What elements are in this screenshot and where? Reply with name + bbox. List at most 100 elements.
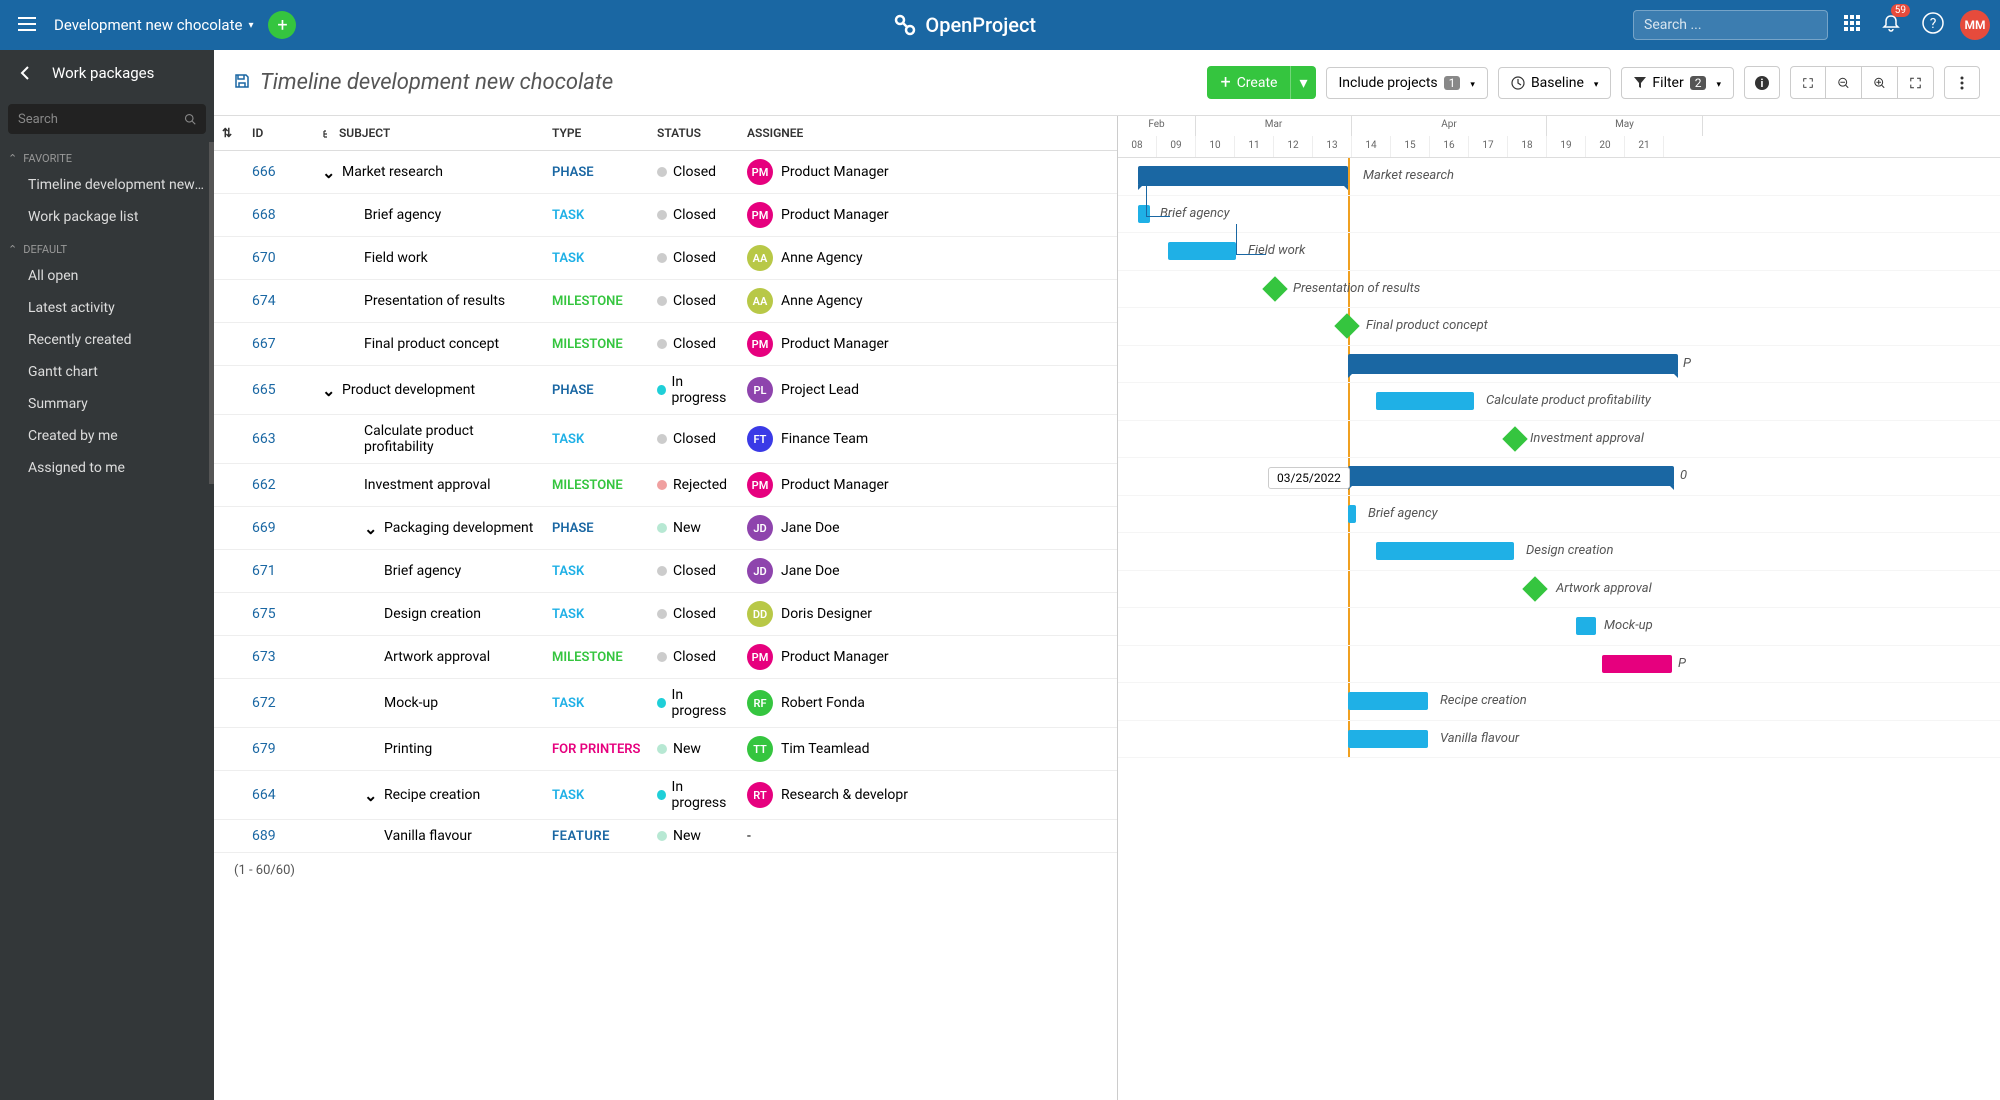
hamburger-menu[interactable]: [10, 8, 44, 43]
gantt-row[interactable]: Artwork approval: [1118, 571, 2000, 609]
gantt-row[interactable]: Calculate product profitability: [1118, 383, 2000, 421]
table-row[interactable]: 667 Final product concept MILESTONE Clos…: [214, 323, 1117, 366]
gantt-row[interactable]: P: [1118, 346, 2000, 384]
gantt-bar[interactable]: [1602, 655, 1672, 673]
sidebar-search[interactable]: [8, 104, 206, 134]
wp-id-link[interactable]: 679: [252, 741, 276, 757]
gantt-milestone[interactable]: [1262, 276, 1287, 301]
expand-caret-icon[interactable]: [322, 381, 334, 400]
search-input[interactable]: [1644, 17, 1822, 33]
gantt-row[interactable]: Recipe creation: [1118, 683, 2000, 721]
gantt-bar[interactable]: [1348, 730, 1428, 748]
back-icon[interactable]: [18, 65, 34, 81]
status-header[interactable]: STATUS: [649, 116, 739, 151]
wp-id-link[interactable]: 673: [252, 649, 276, 665]
sidebar-item[interactable]: Summary: [0, 388, 214, 420]
expand-caret-icon[interactable]: [322, 163, 334, 182]
wp-id-link[interactable]: 664: [252, 787, 276, 803]
table-row[interactable]: 668 Brief agency TASK Closed PMProduct M…: [214, 194, 1117, 237]
wp-id-link[interactable]: 675: [252, 606, 276, 622]
wp-id-link[interactable]: 671: [252, 563, 276, 579]
wp-id-link[interactable]: 666: [252, 164, 276, 180]
user-avatar[interactable]: MM: [1960, 10, 1990, 40]
table-row[interactable]: 673 Artwork approval MILESTONE Closed PM…: [214, 636, 1117, 679]
wp-id-link[interactable]: 665: [252, 382, 276, 398]
wp-id-link[interactable]: 668: [252, 207, 276, 223]
sidebar-item[interactable]: Latest activity: [0, 292, 214, 324]
sidebar-item[interactable]: Assigned to me: [0, 452, 214, 484]
sidebar-item[interactable]: Recently created: [0, 324, 214, 356]
gantt-row[interactable]: Investment approval: [1118, 421, 2000, 459]
assignee-header[interactable]: ASSIGNEE: [739, 116, 1117, 151]
table-row[interactable]: 663 Calculate product profitability TASK…: [214, 415, 1117, 464]
table-row[interactable]: 672 Mock-up TASK In progress RFRobert Fo…: [214, 679, 1117, 728]
sidebar-group-header[interactable]: ⌃FAVORITE: [0, 142, 214, 169]
gantt-bar[interactable]: [1138, 166, 1348, 186]
table-row[interactable]: 665 Product development PHASE In progres…: [214, 366, 1117, 415]
gantt-bar[interactable]: [1576, 617, 1596, 635]
notifications-icon[interactable]: 59: [1876, 8, 1906, 42]
create-button[interactable]: + Create: [1207, 66, 1290, 99]
fullscreen-button[interactable]: [1790, 66, 1826, 99]
table-row[interactable]: 679 Printing FOR PRINTERS New TTTim Team…: [214, 728, 1117, 771]
gantt-bar[interactable]: [1348, 692, 1428, 710]
sidebar-item[interactable]: All open: [0, 260, 214, 292]
expand-caret-icon[interactable]: [364, 519, 376, 538]
gantt-row[interactable]: Mock-up: [1118, 608, 2000, 646]
type-header[interactable]: TYPE: [544, 116, 649, 151]
filter-button[interactable]: Filter 2: [1621, 67, 1734, 99]
gantt-bar[interactable]: [1348, 505, 1356, 523]
wp-id-link[interactable]: 669: [252, 520, 276, 536]
table-row[interactable]: 671 Brief agency TASK Closed JDJane Doe: [214, 550, 1117, 593]
sidebar-search-input[interactable]: [18, 112, 184, 127]
gantt-row[interactable]: Brief agency: [1118, 196, 2000, 234]
wp-id-link[interactable]: 667: [252, 336, 276, 352]
gantt-bar[interactable]: [1348, 466, 1674, 486]
gantt-bar[interactable]: [1138, 205, 1150, 223]
zoom-fit-button[interactable]: [1898, 66, 1934, 99]
gantt-row[interactable]: 003/25/2022: [1118, 458, 2000, 496]
sidebar-item[interactable]: Gantt chart: [0, 356, 214, 388]
sidebar-item[interactable]: Created by me: [0, 420, 214, 452]
table-row[interactable]: 662 Investment approval MILESTONE Reject…: [214, 464, 1117, 507]
table-row[interactable]: 670 Field work TASK Closed AAAnne Agency: [214, 237, 1117, 280]
gantt-milestone[interactable]: [1502, 426, 1527, 451]
gantt-row[interactable]: Final product concept: [1118, 308, 2000, 346]
include-projects-button[interactable]: Include projects 1: [1326, 67, 1488, 99]
gantt-row[interactable]: Presentation of results: [1118, 271, 2000, 309]
expand-caret-icon[interactable]: [364, 786, 376, 805]
global-add-button[interactable]: +: [268, 11, 296, 39]
gantt-row[interactable]: Market research: [1118, 158, 2000, 196]
info-button[interactable]: i: [1744, 66, 1780, 99]
gantt-bar[interactable]: [1168, 242, 1236, 260]
save-icon[interactable]: [234, 73, 250, 93]
sidebar-item[interactable]: Timeline development new …: [0, 169, 214, 201]
table-row[interactable]: 675 Design creation TASK Closed DDDoris …: [214, 593, 1117, 636]
wp-id-link[interactable]: 689: [252, 828, 276, 844]
baseline-button[interactable]: Baseline: [1498, 67, 1611, 99]
table-row[interactable]: 674 Presentation of results MILESTONE Cl…: [214, 280, 1117, 323]
wp-id-link[interactable]: 670: [252, 250, 276, 266]
sidebar-group-header[interactable]: ⌃DEFAULT: [0, 233, 214, 260]
wp-id-link[interactable]: 663: [252, 431, 276, 447]
sort-column[interactable]: ⇅: [214, 116, 244, 151]
gantt-chart[interactable]: FebMarAprMay 080910111213141516171819202…: [1117, 116, 2000, 1100]
zoom-in-button[interactable]: [1862, 66, 1898, 99]
zoom-out-button[interactable]: [1826, 66, 1862, 99]
global-search[interactable]: [1633, 10, 1828, 40]
id-header[interactable]: ID: [244, 116, 314, 151]
gantt-row[interactable]: Vanilla flavour: [1118, 721, 2000, 759]
create-dropdown[interactable]: ▾: [1290, 66, 1315, 99]
gantt-row[interactable]: P: [1118, 646, 2000, 684]
subject-header[interactable]: SUBJECT: [314, 116, 544, 151]
help-icon[interactable]: ?: [1916, 6, 1950, 44]
gantt-row[interactable]: Design creation: [1118, 533, 2000, 571]
table-row[interactable]: 666 Market research PHASE Closed PMProdu…: [214, 151, 1117, 194]
table-row[interactable]: 689 Vanilla flavour FEATURE New -: [214, 820, 1117, 853]
wp-id-link[interactable]: 672: [252, 695, 276, 711]
apps-grid-icon[interactable]: [1838, 9, 1866, 41]
table-row[interactable]: 669 Packaging development PHASE New JDJa…: [214, 507, 1117, 550]
gantt-bar[interactable]: [1376, 392, 1474, 410]
gantt-row[interactable]: Field work: [1118, 233, 2000, 271]
gantt-bar[interactable]: [1348, 354, 1678, 374]
